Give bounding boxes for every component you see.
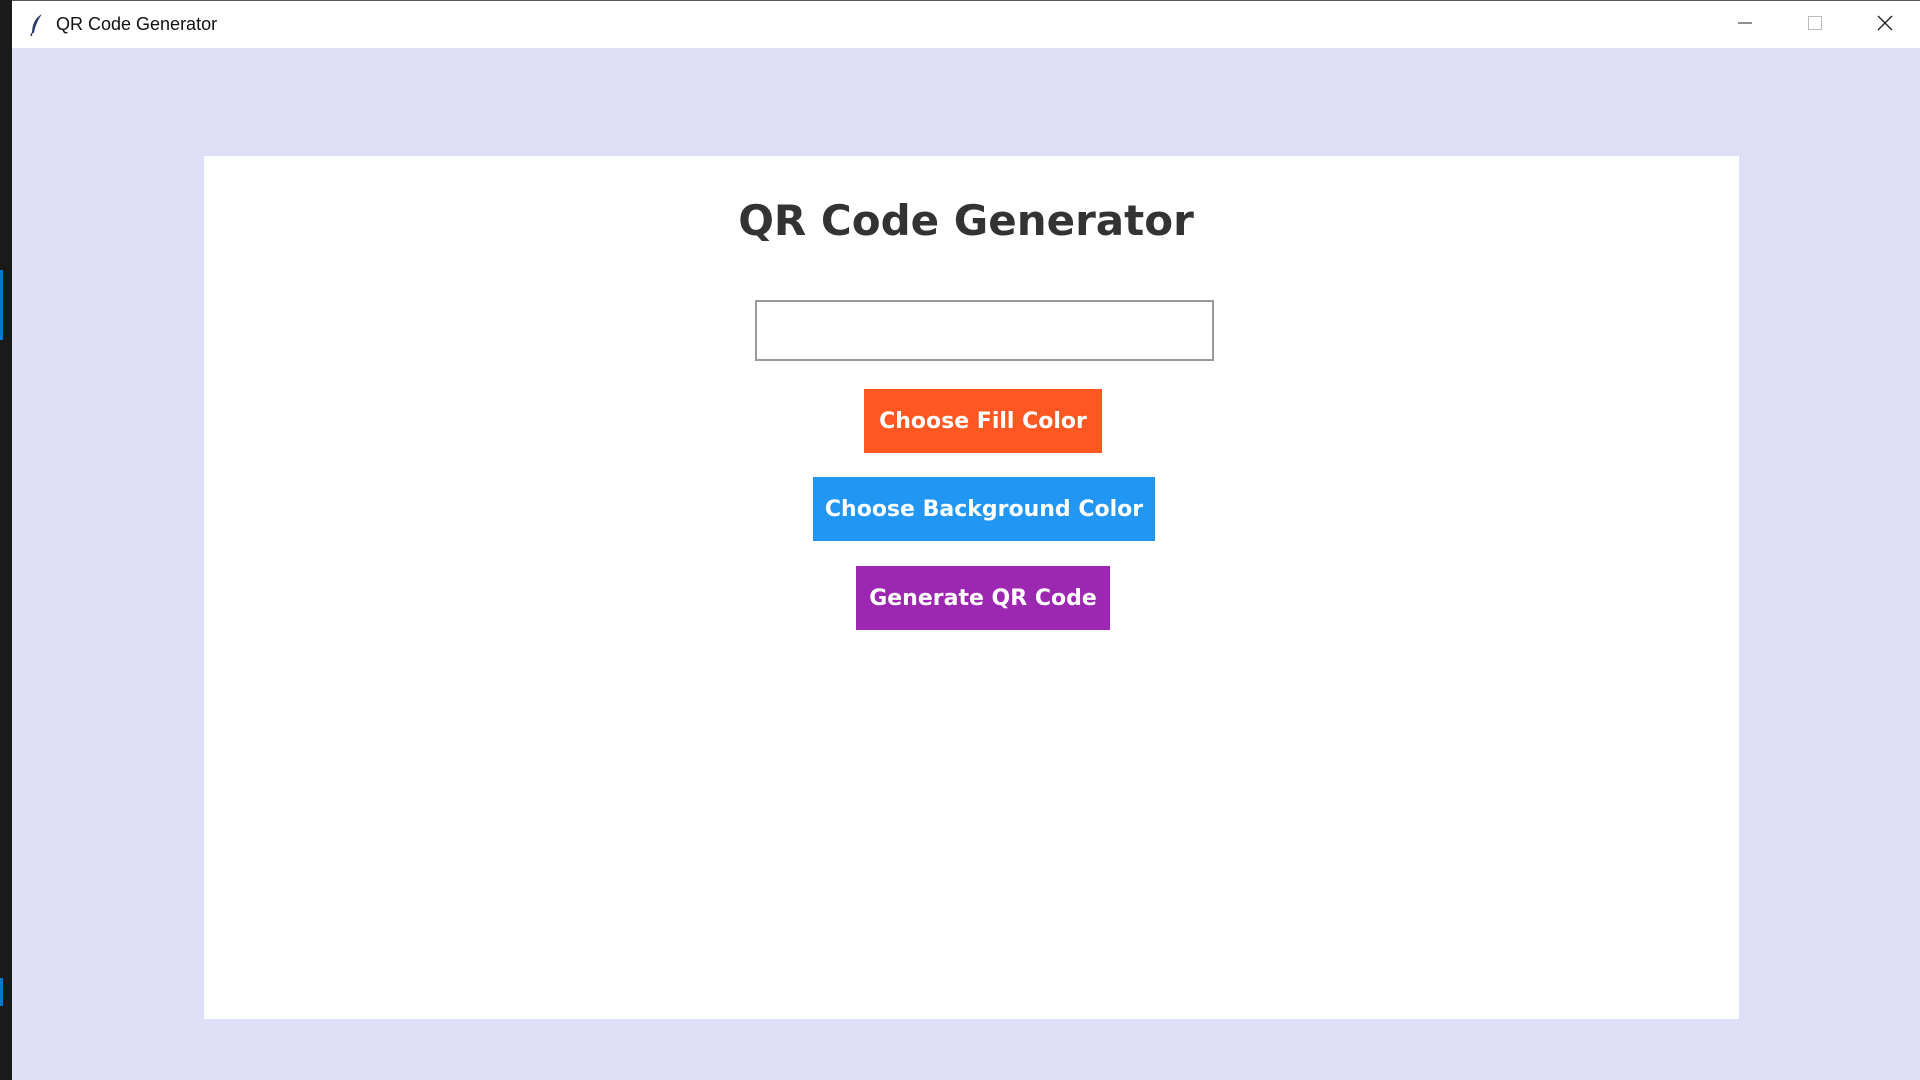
minimize-button[interactable] bbox=[1710, 1, 1780, 48]
title-bar[interactable]: QR Code Generator bbox=[12, 1, 1920, 48]
maximize-icon bbox=[1807, 15, 1823, 35]
app-window: QR Code Generator QR Code Generator Choo… bbox=[12, 0, 1920, 1080]
taskbar-indicator bbox=[0, 978, 3, 1006]
qr-content-input[interactable] bbox=[755, 300, 1214, 361]
maximize-button[interactable] bbox=[1780, 1, 1850, 48]
feather-icon bbox=[27, 13, 47, 37]
generate-qr-code-button[interactable]: Generate QR Code bbox=[856, 566, 1110, 630]
taskbar-indicator bbox=[0, 270, 3, 340]
close-button[interactable] bbox=[1850, 1, 1920, 48]
desktop-background-strip bbox=[0, 0, 12, 1080]
window-controls bbox=[1710, 1, 1920, 48]
close-icon bbox=[1876, 14, 1894, 36]
minimize-icon bbox=[1737, 15, 1753, 35]
window-title: QR Code Generator bbox=[56, 14, 218, 34]
page-title: QR Code Generator bbox=[738, 196, 1194, 245]
choose-fill-color-button[interactable]: Choose Fill Color bbox=[864, 389, 1102, 453]
choose-background-color-button[interactable]: Choose Background Color bbox=[813, 477, 1155, 541]
